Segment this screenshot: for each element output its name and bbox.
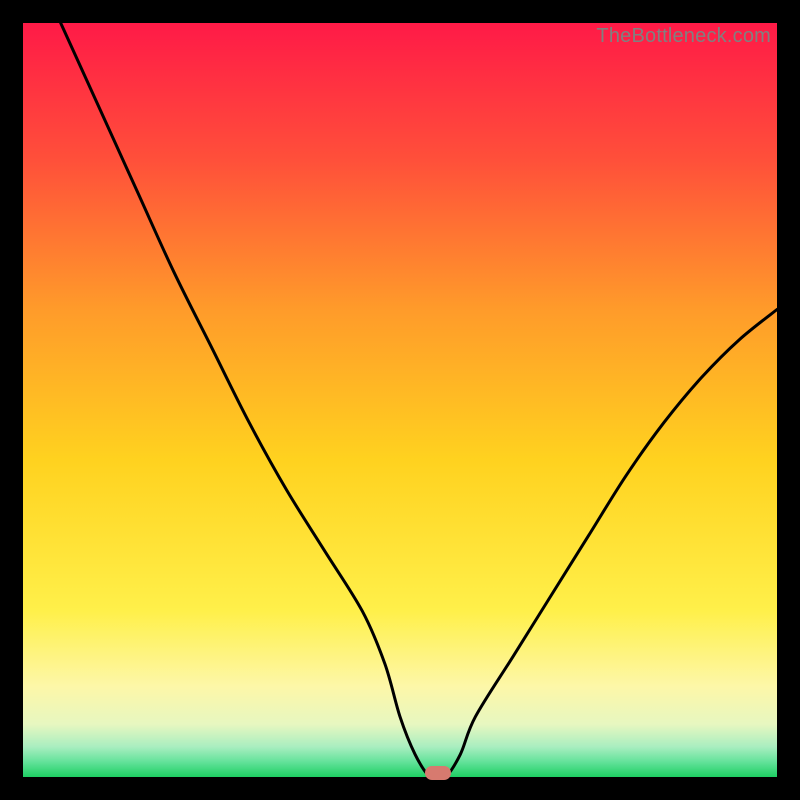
chart-frame: TheBottleneck.com	[23, 23, 777, 777]
optimal-point-marker	[425, 766, 451, 780]
watermark-text: TheBottleneck.com	[596, 25, 771, 48]
chart-background-gradient	[23, 23, 777, 777]
bottleneck-chart	[23, 23, 777, 777]
